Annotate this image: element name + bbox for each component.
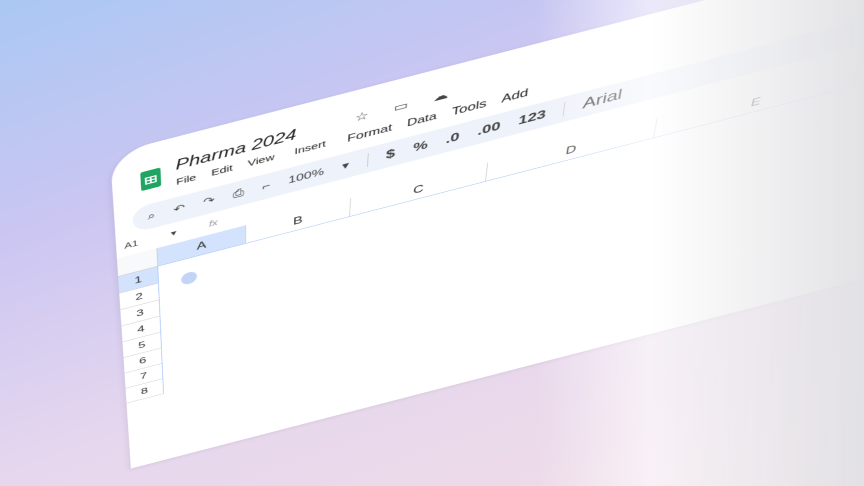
menu-edit[interactable]: Edit <box>211 163 233 181</box>
chevron-down-icon[interactable]: ▾ <box>342 159 350 172</box>
currency-button[interactable]: $ <box>386 146 396 162</box>
zoom-select[interactable]: 100% <box>288 166 324 187</box>
spreadsheet-window: Pharma 2024 ☆ ▭ ☁ File Edit View Insert … <box>110 0 864 469</box>
star-icon[interactable]: ☆ <box>355 109 369 125</box>
chevron-down-icon[interactable]: ▾ <box>171 228 177 239</box>
fx-icon: fx <box>208 217 218 229</box>
menu-add[interactable]: Add <box>501 86 529 106</box>
decrease-decimal-button[interactable]: .0 <box>445 130 460 147</box>
stage: Pharma 2024 ☆ ▭ ☁ File Edit View Insert … <box>0 0 864 486</box>
sheets-logo-icon[interactable] <box>140 167 162 192</box>
increase-decimal-button[interactable]: .00 <box>477 119 501 138</box>
menu-insert[interactable]: Insert <box>294 139 326 159</box>
percent-button[interactable]: % <box>413 138 429 155</box>
column-header-b[interactable]: B <box>246 197 351 244</box>
mouse-cursor-indicator <box>180 270 198 286</box>
menu-view[interactable]: View <box>248 152 275 171</box>
undo-icon[interactable]: ↶ <box>173 202 185 216</box>
toolbar-divider <box>366 153 369 168</box>
print-icon[interactable]: ⎙ <box>233 186 244 200</box>
number-format-button[interactable]: 123 <box>518 107 547 128</box>
menu-file[interactable]: File <box>176 172 196 189</box>
toolbar-divider <box>562 102 566 117</box>
cloud-icon[interactable]: ☁ <box>433 88 449 105</box>
font-select[interactable]: Arial <box>581 86 624 113</box>
folder-icon[interactable]: ▭ <box>393 98 408 114</box>
paint-format-icon[interactable]: ⌐ <box>262 180 270 193</box>
search-icon[interactable]: ⌕ <box>147 210 155 223</box>
toolbar: ⌕ ↶ ↷ ⎙ ⌐ 100% ▾ $ % .0 .00 123 Arial <box>132 0 864 234</box>
name-box[interactable]: A1 <box>124 238 138 250</box>
menu-tools[interactable]: Tools <box>451 97 487 119</box>
menu-data[interactable]: Data <box>406 110 438 130</box>
redo-icon[interactable]: ↷ <box>203 194 215 208</box>
